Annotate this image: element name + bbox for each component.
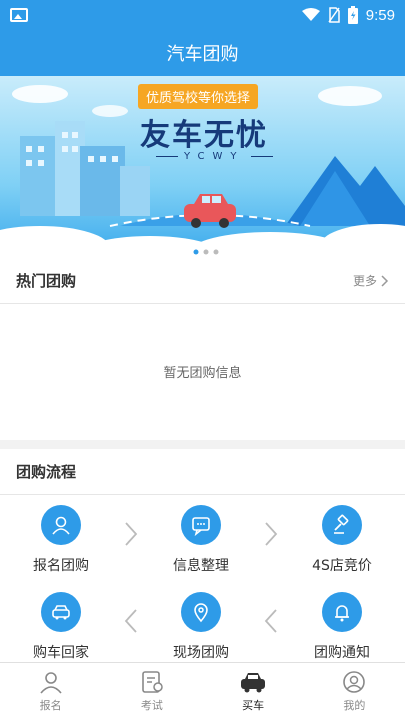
process-steps: 报名团购 信息整理 4S店竞价 购车回家 现场团购 团购通知 [0,495,405,662]
step-go-home[interactable]: 购车回家 [1,592,121,662]
banner-title: 友车无忧 [140,118,268,153]
person-icon [40,672,62,694]
banner-tag: 优质驾校等你选择 [138,84,259,109]
process-header: 团购流程 [0,449,405,495]
car-icon [241,673,266,693]
status-bar: 9:59 [0,0,405,30]
banner-subtitle: YCWY [150,151,279,162]
step-notification[interactable]: 团购通知 [282,592,402,662]
step-label: 购车回家 [33,645,89,661]
chevron-right-icon [381,274,389,287]
chevron-right-icon [265,522,278,546]
bottom-tab-bar: 报名 考试 买车 我的 [0,662,405,720]
page-title: 汽车团购 [166,44,239,65]
gavel-icon [322,505,362,545]
tab-exam[interactable]: 考试 [101,663,202,720]
title-bar: 汽车团购 [0,30,405,76]
process-section: 团购流程 报名团购 信息整理 4S店竞价 购车回家 现场团购 团购通知 [0,449,405,662]
user-icon [41,505,81,545]
no-sim-icon [328,7,340,23]
more-label: 更多 [352,274,377,288]
more-link[interactable]: 更多 [353,272,389,289]
process-title: 团购流程 [16,463,77,481]
chevron-left-icon [264,609,277,633]
profile-icon [343,671,366,693]
tab-mine[interactable]: 我的 [304,663,405,720]
promo-banner[interactable]: 优质驾校等你选择 友车无忧 YCWY [0,76,405,258]
tab-label: 我的 [343,699,366,712]
image-notification-icon [10,8,28,22]
tab-label: 买车 [242,699,265,712]
tab-label: 考试 [140,699,163,712]
step-label: 团购通知 [314,645,370,661]
step-onsite[interactable]: 现场团购 [141,592,261,662]
tab-label: 报名 [39,699,62,712]
step-info[interactable]: 信息整理 [141,505,261,575]
step-label: 4S店竞价 [312,558,372,574]
chevron-right-icon [125,522,138,546]
chat-icon [181,505,221,545]
empty-state-text: 暂无团购信息 [163,366,242,381]
hot-group-header: 热门团购 更多 [0,258,405,304]
step-label: 现场团购 [173,645,229,661]
step-bidding[interactable]: 4S店竞价 [282,505,402,575]
hot-group-title: 热门团购 [16,272,77,290]
location-icon [181,592,221,632]
tab-buy-car[interactable]: 买车 [203,663,304,720]
status-time: 9:59 [365,6,395,24]
exam-icon [142,671,163,693]
chevron-left-icon [124,609,137,633]
status-icons: 9:59 [301,6,395,24]
car-icon [41,592,81,632]
hot-group-section: 热门团购 更多 暂无团购信息 [0,258,405,440]
bell-icon [322,592,362,632]
tab-signup[interactable]: 报名 [0,663,101,720]
step-label: 报名团购 [33,558,89,574]
step-signup[interactable]: 报名团购 [1,505,121,575]
wifi-icon [301,8,320,21]
battery-icon [347,6,358,24]
step-label: 信息整理 [173,558,229,574]
